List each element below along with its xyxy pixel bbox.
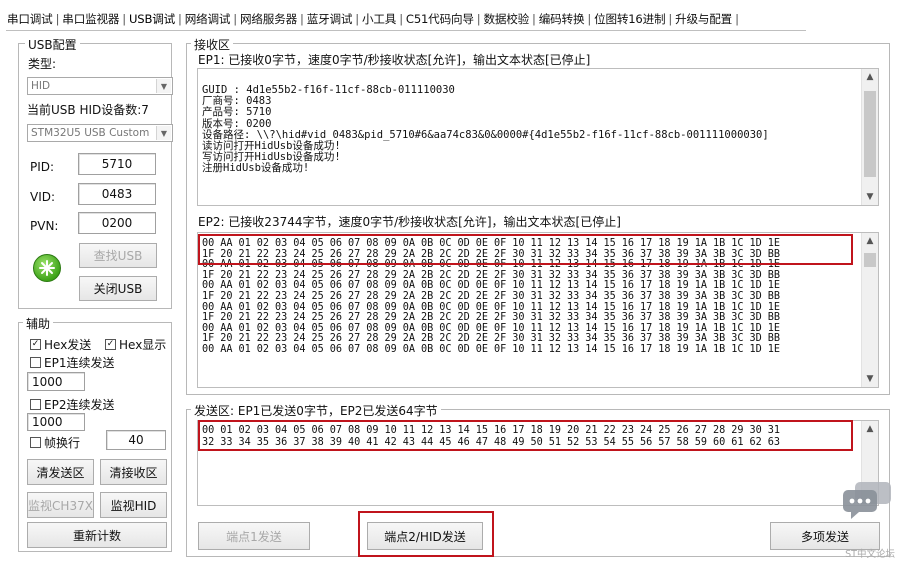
hex-line: 00 AA 01 02 03 04 05 06 07 08 09 0A 0B 0… [202, 343, 780, 355]
log-line: GUID : 4d1e55b2-f16f-11cf-88cb-011110030 [202, 84, 455, 96]
monitor-hid-button[interactable]: 监视HID [100, 492, 167, 518]
refresh-glyph-icon [39, 260, 55, 276]
tab-serial-debug[interactable]: 串口调试 [6, 11, 54, 27]
hex-send-checkbox[interactable]: ✓ Hex发送 [30, 336, 91, 353]
tab-underline [6, 30, 806, 31]
log-line: 产品号: 5710 [202, 106, 272, 119]
ep1-continuous-label: EP1连续发送 [44, 356, 115, 370]
checkmark-icon: ✓ [30, 339, 41, 350]
ep1-log: GUID : 4d1e55b2-f16f-11cf-88cb-011110030… [202, 84, 769, 175]
frame-newline-label: 帧换行 [44, 436, 81, 450]
clear-send-button[interactable]: 清发送区 [27, 459, 94, 485]
pvn-input[interactable]: 0200 [78, 212, 156, 234]
aux-title: 辅助 [23, 315, 54, 332]
scroll-up-icon[interactable]: ▲ [862, 421, 878, 437]
send-highlight-box [198, 420, 853, 451]
ep2-highlight-box [198, 234, 853, 265]
pid-input[interactable]: 5710 [78, 153, 156, 175]
scroll-up-icon[interactable]: ▲ [862, 233, 878, 249]
forum-watermark [841, 480, 895, 524]
monitor-ch37x-button[interactable]: 监视CH37X [27, 492, 94, 518]
scroll-thumb[interactable] [864, 91, 876, 177]
ep1-receive-textarea[interactable]: GUID : 4d1e55b2-f16f-11cf-88cb-011110030… [197, 68, 879, 206]
ep2-continuous-label: EP2连续发送 [44, 398, 115, 412]
device-select[interactable]: STM32U5 USB Custom ▼ [27, 124, 173, 142]
hex-send-label: Hex发送 [44, 338, 92, 352]
hex-show-label: Hex显示 [119, 338, 167, 352]
tab-c51-wizard[interactable]: C51代码向导 [405, 11, 475, 27]
tab-upgrade-config[interactable]: 升级与配置 [674, 11, 733, 27]
watermark-text: ST中文论坛 [845, 549, 895, 560]
vid-label: VID: [30, 190, 56, 204]
tab-small-tools[interactable]: 小工具 [361, 11, 397, 27]
ep1-send-button[interactable]: 端点1发送 [198, 522, 310, 550]
chevron-down-icon[interactable]: ▼ [156, 79, 171, 93]
hex-show-checkbox[interactable]: ✓ Hex显示 [105, 336, 166, 353]
scroll-down-icon[interactable]: ▼ [862, 371, 878, 387]
type-select[interactable]: HID ▼ [27, 77, 173, 95]
ep1-status: EP1: 已接收0字节，速度0字节/秒接收状态[允许]，输出文本状态[已停止] [198, 53, 591, 67]
tab-bar: 串口调试 | 串口监视器 | USB调试 | 网络调试 | 网络服务器 | 蓝牙调试 | 小… [6, 11, 739, 27]
checkmark-icon: ✓ [105, 339, 116, 350]
chat-bubble-icon [843, 482, 891, 519]
type-label: 类型: [28, 57, 57, 71]
tab-serial-monitor[interactable]: 串口监视器 [61, 11, 120, 27]
type-select-value: HID [31, 80, 51, 92]
ep1-scrollbar[interactable]: ▲ ▼ [861, 69, 878, 205]
ep2-interval-input[interactable]: 1000 [27, 413, 85, 431]
pvn-label: PVN: [30, 219, 59, 233]
ep2-status: EP2: 已接收23744字节，速度0字节/秒接收状态[允许]，输出文本状态[已… [198, 215, 621, 229]
log-line: 注册HidUsb设备成功! [202, 162, 310, 175]
frame-newline-checkbox[interactable]: 帧换行 [30, 434, 80, 451]
tab-network-server[interactable]: 网络服务器 [239, 11, 298, 27]
ep2-send-highlight-box [358, 511, 494, 557]
tab-usb-debug[interactable]: USB调试 [128, 11, 176, 27]
log-line: 厂商号: 0483 [202, 95, 272, 108]
tab-data-check[interactable]: 数据校验 [482, 11, 530, 27]
find-usb-button[interactable]: 查找USB [79, 243, 157, 268]
ep2-scrollbar[interactable]: ▲ ▼ [861, 233, 878, 387]
send-title: 发送区: EP1已发送0字节，EP2已发送64字节 [191, 402, 441, 419]
hex-line: 1F 20 21 22 23 24 25 26 27 28 29 2A 2B 2… [202, 290, 780, 302]
chevron-down-icon[interactable]: ▼ [156, 126, 171, 140]
ep1-continuous-checkbox[interactable]: EP1连续发送 [30, 354, 114, 371]
ep2-continuous-checkbox[interactable]: EP2连续发送 [30, 396, 114, 413]
tab-network-debug[interactable]: 网络调试 [184, 11, 232, 27]
tab-bluetooth-debug[interactable]: 蓝牙调试 [306, 11, 354, 27]
clear-recv-button[interactable]: 清接收区 [100, 459, 167, 485]
device-select-value: STM32U5 USB Custom [31, 127, 150, 139]
frame-newline-input[interactable]: 40 [106, 430, 166, 450]
scroll-down-icon[interactable]: ▼ [862, 189, 878, 205]
close-usb-button[interactable]: 关闭USB [79, 276, 157, 301]
device-count-label: 当前USB HID设备数:7 [27, 103, 149, 117]
scroll-thumb[interactable] [864, 253, 876, 267]
pid-label: PID: [30, 160, 55, 174]
recount-button[interactable]: 重新计数 [27, 522, 167, 548]
vid-input[interactable]: 0483 [78, 183, 156, 205]
tab-bitmap-hex[interactable]: 位图转16进制 [593, 11, 666, 27]
scroll-up-icon[interactable]: ▲ [862, 69, 878, 85]
refresh-icon[interactable] [33, 254, 61, 282]
tab-encoding[interactable]: 编码转换 [538, 11, 586, 27]
usb-config-title: USB配置 [25, 36, 80, 53]
ep1-interval-input[interactable]: 1000 [27, 372, 85, 391]
